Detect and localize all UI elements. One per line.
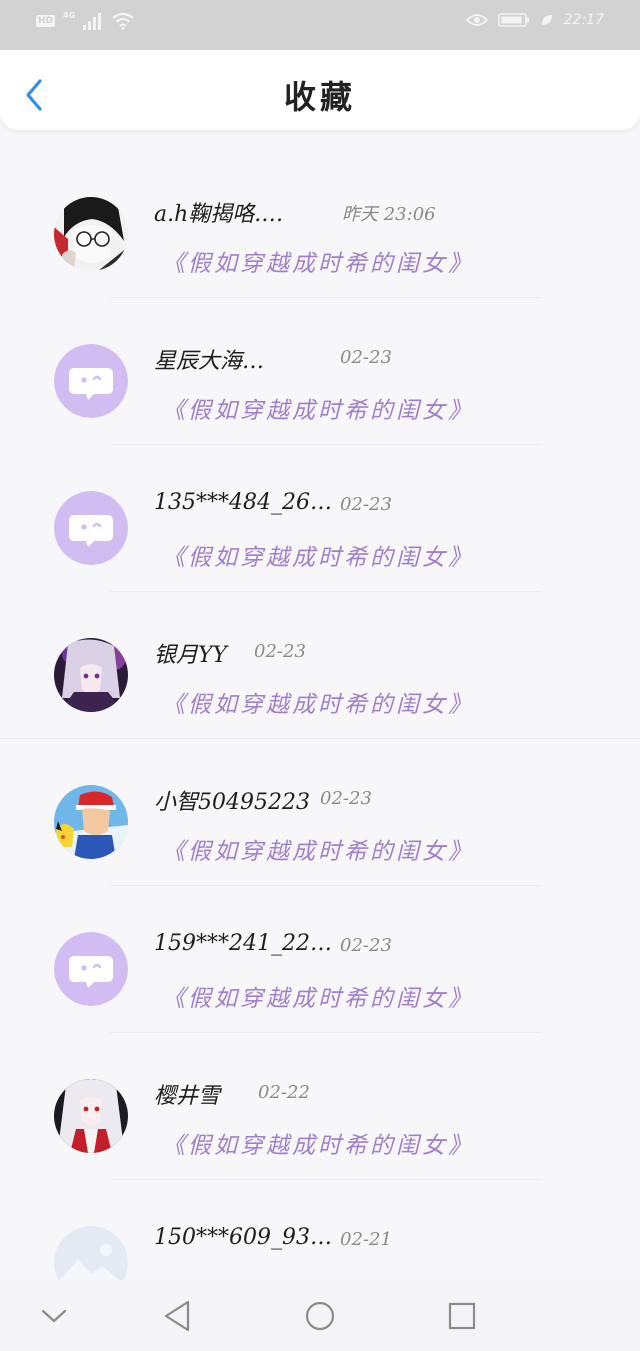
- triangle-back-icon: [164, 1300, 190, 1332]
- avatar[interactable]: [54, 785, 128, 859]
- row-name: 银月YY: [154, 643, 228, 668]
- row-time: 02-23: [340, 347, 392, 368]
- hd-badge: HD: [36, 15, 56, 27]
- eye-comfort-icon: [465, 14, 488, 26]
- row-time: 昨天 23:06: [342, 204, 436, 225]
- collapse-button[interactable]: [34, 1298, 74, 1334]
- default-avatar-chat-icon: [54, 344, 128, 418]
- avatar[interactable]: [54, 491, 128, 565]
- list-item[interactable]: 小智50495223 02-23 《假如穿越成时希的闺女》: [0, 738, 640, 886]
- row-time: 02-23: [340, 935, 392, 956]
- default-avatar-chat-icon: [54, 932, 128, 1006]
- row-name: 樱井雪: [154, 1084, 221, 1109]
- row-name: 135***484_26…: [154, 490, 332, 515]
- avatar[interactable]: [54, 638, 128, 712]
- row-name: 星辰大海…: [154, 349, 265, 374]
- list-item[interactable]: 135***484_26… 02-23 《假如穿越成时希的闺女》: [0, 444, 640, 592]
- row-time: 02-23: [254, 641, 306, 662]
- avatar[interactable]: [54, 197, 128, 271]
- battery-icon: [497, 13, 529, 27]
- row-time: 02-23: [320, 788, 372, 809]
- row-book-title[interactable]: 《假如穿越成时希的闺女》: [162, 244, 474, 278]
- status-bar: HD 4G 22:17: [0, 0, 640, 50]
- row-time: 02-22: [258, 1082, 310, 1103]
- row-book-title[interactable]: 《假如穿越成时希的闺女》: [162, 685, 474, 719]
- row-name: a.h鞠揭咯.…: [154, 202, 284, 227]
- row-book-title[interactable]: 《假如穿越成时希的闺女》: [162, 391, 474, 425]
- row-name: 159***241_22…: [154, 931, 332, 956]
- circle-home-icon: [305, 1301, 335, 1331]
- row-book-title[interactable]: 《假如穿越成时希的闺女》: [162, 979, 474, 1013]
- nav-recents-button[interactable]: [442, 1298, 482, 1334]
- list-item[interactable]: 159***241_22… 02-23 《假如穿越成时希的闺女》: [0, 885, 640, 1033]
- row-book-title[interactable]: 《假如穿越成时希的闺女》: [162, 1126, 474, 1160]
- leaf-icon: [541, 15, 552, 25]
- chevron-down-icon: [41, 1309, 67, 1323]
- row-book-title[interactable]: 《假如穿越成时希的闺女》: [162, 538, 474, 572]
- wifi-icon: [112, 12, 134, 30]
- system-navigation-bar: [0, 1280, 640, 1351]
- network-label: 4G: [63, 10, 76, 20]
- status-time: 22:17: [563, 12, 604, 28]
- avatar-anime-boy-glasses-icon: [54, 197, 128, 271]
- row-name: 150***609_93…: [154, 1225, 332, 1250]
- square-recents-icon: [448, 1302, 476, 1330]
- nav-home-button[interactable]: [300, 1298, 340, 1334]
- list-item[interactable]: a.h鞠揭咯.… 昨天 23:06 《假如穿越成时希的闺女》: [0, 150, 640, 298]
- row-book-title[interactable]: 《假如穿越成时希的闺女》: [162, 832, 474, 866]
- favorites-list: a.h鞠揭咯.… 昨天 23:06 《假如穿越成时希的闺女》 星辰大海… 02-…: [0, 150, 640, 1326]
- row-time: 02-23: [340, 494, 392, 515]
- list-item[interactable]: 樱井雪 02-22 《假如穿越成时希的闺女》: [0, 1032, 640, 1180]
- signal-icon: [83, 13, 102, 30]
- avatar-ash-pikachu-icon: [54, 785, 128, 859]
- list-item[interactable]: 星辰大海… 02-23 《假如穿越成时希的闺女》: [0, 297, 640, 445]
- avatar-anime-girl-white-hair-icon: [54, 1079, 128, 1153]
- row-time: 02-21: [340, 1229, 392, 1250]
- header: 收藏: [0, 50, 640, 130]
- nav-back-button[interactable]: [158, 1298, 198, 1334]
- list-item[interactable]: 银月YY 02-23 《假如穿越成时希的闺女》: [0, 591, 640, 739]
- avatar-anime-girl-purple-icon: [54, 638, 128, 712]
- page-title: 收藏: [283, 78, 356, 116]
- avatar[interactable]: [54, 344, 128, 418]
- row-name: 小智50495223: [154, 790, 310, 815]
- avatar[interactable]: [54, 932, 128, 1006]
- avatar[interactable]: [54, 1079, 128, 1153]
- default-avatar-chat-icon: [54, 491, 128, 565]
